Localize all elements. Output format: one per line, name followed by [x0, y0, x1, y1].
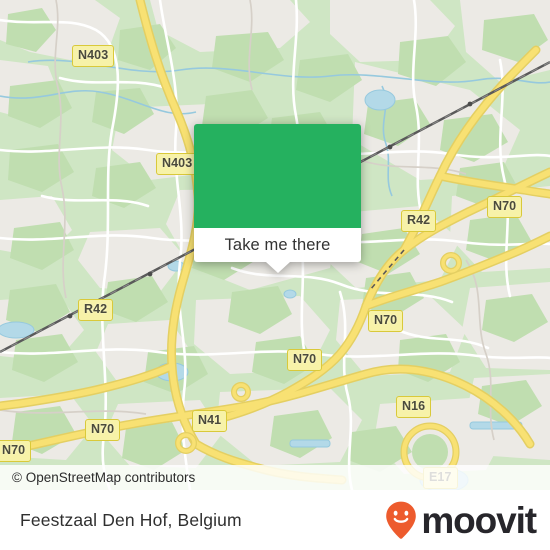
- road-shield-r42-east[interactable]: R42: [401, 210, 437, 232]
- road-shield-n70-mid[interactable]: N70: [287, 349, 323, 371]
- map-canvas[interactable]: N403 N403 N70 R42 R42 N70 N70 N70 N70 N4…: [0, 0, 550, 490]
- road-shield-r42-west[interactable]: R42: [78, 299, 114, 321]
- road-shield-n70-center[interactable]: N70: [368, 310, 404, 332]
- road-shield-n70-sw[interactable]: N70: [85, 419, 121, 441]
- moovit-map-card: N403 N403 N70 R42 R42 N70 N70 N70 N70 N4…: [0, 0, 550, 550]
- take-me-there-label: Take me there: [224, 235, 331, 254]
- card-footer: Feestzaal Den Hof, Belgium moovit: [0, 490, 550, 550]
- road-shield-n16[interactable]: N16: [396, 396, 432, 418]
- popup-pointer-tail: [266, 262, 290, 273]
- attribution-text: © OpenStreetMap contributors: [12, 470, 196, 485]
- road-shield-n403-mid[interactable]: N403: [156, 153, 199, 175]
- place-title: Feestzaal Den Hof, Belgium: [20, 509, 242, 530]
- map-popup-callout[interactable]: Take me there: [194, 124, 361, 273]
- moovit-brand[interactable]: moovit: [384, 499, 537, 541]
- road-shield-n70-edge[interactable]: N70: [0, 440, 32, 462]
- road-shield-n403-top[interactable]: N403: [72, 45, 115, 67]
- map-attribution-bar: © OpenStreetMap contributors: [0, 465, 550, 490]
- popup-place-photo: [194, 124, 361, 228]
- road-shield-n41[interactable]: N41: [192, 410, 228, 432]
- moovit-wordmark: moovit: [421, 499, 537, 541]
- moovit-pin-icon: [386, 501, 417, 539]
- road-shield-n70-ne[interactable]: N70: [487, 196, 523, 218]
- take-me-there-button[interactable]: Take me there: [194, 228, 361, 262]
